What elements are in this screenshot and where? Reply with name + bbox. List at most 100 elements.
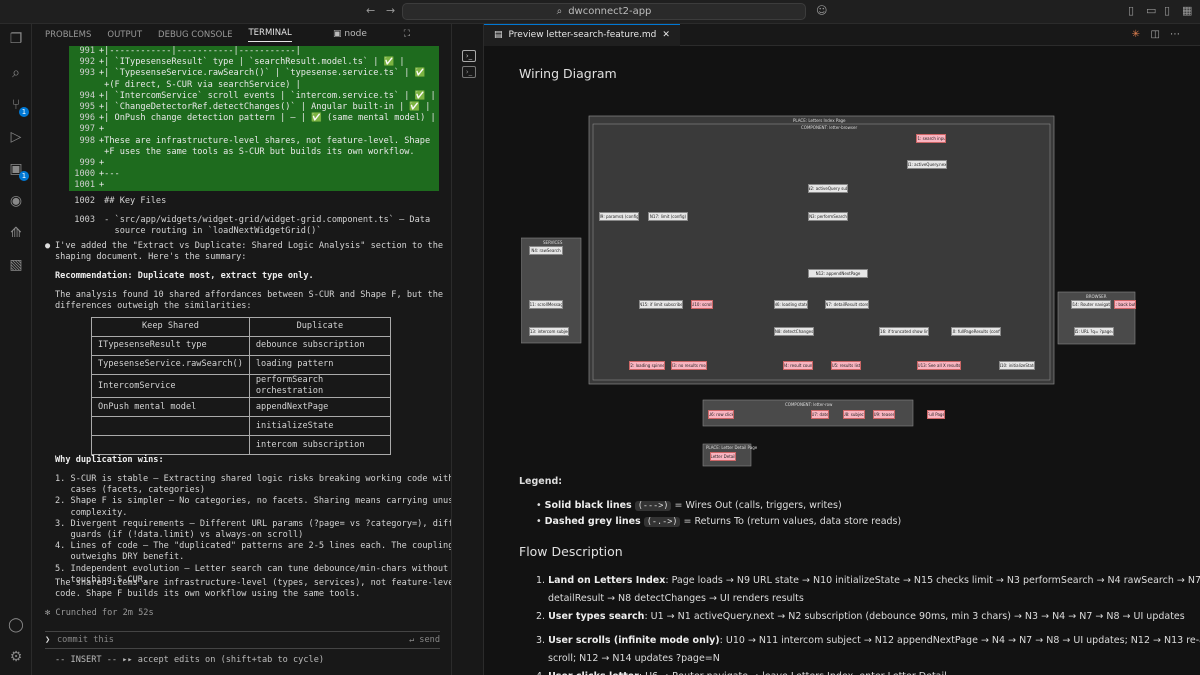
tab-preview[interactable]: ▤ Preview letter-search-feature.md ✕ [484,23,680,46]
table-cell [91,435,250,456]
diagram-label: PLACE: Letter Detail Page [706,445,758,450]
place-letters-index [588,115,1055,385]
line-number: 1002 [74,195,95,206]
table-header: Keep Shared [91,317,250,337]
line-text: +(F direct, S-CUR via searchService) | [99,79,301,90]
terminal-selector[interactable]: ▣ node ⛶ [333,29,410,39]
terminal-instance-icon[interactable]: ›_ [462,66,476,78]
close-icon[interactable]: ✕ [662,30,670,40]
copilot-icon[interactable]: ☺ [816,4,827,17]
msg-line: differences outweigh the similarities: [55,301,252,311]
run-debug-icon[interactable]: ▷ [7,128,25,146]
diagram-label: SERVICES [543,240,563,245]
toggle-sidebar-icon[interactable]: ▯ [1128,4,1134,17]
table-cell: performSearch orchestration [248,373,391,399]
wiring-heading: Wiring Diagram [519,66,617,81]
terminal-output[interactable]: 991 +|------------|-----------|----------… [33,46,479,675]
remote-icon[interactable]: ◉ [7,192,25,210]
line-number: 997 [79,124,95,135]
table-cell: OnPush mental model [91,397,250,418]
diff-line: 997 + [69,124,439,135]
toggle-panel-icon[interactable]: ▭ [1146,4,1156,17]
prompt-text: commit this [57,635,114,645]
msg-line: The analysis found 10 shared affordances… [55,290,444,300]
title-bar: ← → ⌕ dwconnect2-app ☺ ▯ ▭ ▯ ▦ [0,0,1200,24]
flow-step-title: User clicks letter [548,671,639,675]
table-row: intercom subscription [91,435,391,456]
split-editor-icon[interactable]: ◫ [1151,29,1160,40]
diagram-node: N9: params$ (config) [599,212,639,221]
diff-line: 991 +|------------|-----------|----------… [69,46,439,57]
diff-line: 992 +| `ITypesenseResult` type | `searchR… [69,57,439,68]
diagram-node: U2: loading spinner [629,361,665,370]
line-number: 1000 [74,169,95,180]
line-text: ## Key Files [99,195,167,206]
terminal-icon: ▣ [333,29,342,39]
diagram-node: N14: Router navigate [1071,300,1111,309]
account-icon[interactable]: ◯ [7,616,25,634]
legend-term: Solid black lines [544,500,632,511]
back-arrow-icon[interactable]: ← [366,4,375,17]
editor-tabs: ▤ Preview letter-search-feature.md ✕ ✳ ◫… [484,23,1200,46]
more-actions-icon[interactable]: ⋯ [1170,29,1180,40]
terminal-name: node [344,29,367,39]
table-cell: debounce subscription [248,336,391,356]
line-number: 999 [79,157,95,168]
diagram-label: COMPONENT: letter-browser [801,125,858,130]
line-number: 998 [79,135,95,146]
crunched-status: ✻ Crunched for 2m 52s [45,608,154,618]
diagram-node: N7: detailResult store [825,300,869,309]
flow-step-text: : U1 → N1 activeQuery.next → N2 subscrip… [644,611,1185,622]
line-number: 994 [79,90,95,101]
flow-step-text: : U10 → N11 intercom subject → N12 appen… [719,635,1200,646]
send-hint[interactable]: ↵ send [409,635,440,646]
table-cell: loading pattern [248,355,391,375]
diagram-node: N10: fullPageResults (config) [951,327,1001,336]
flow-heading: Flow Description [519,544,623,559]
settings-gear-icon[interactable]: ⚙ [7,648,25,666]
claude-icon[interactable]: ✳ [1132,29,1140,40]
markdown-preview-editor: ▤ Preview letter-search-feature.md ✕ ✳ ◫… [484,23,1200,675]
prompt-input[interactable]: ❯ commit this ↵ send [45,631,440,649]
source-control-icon[interactable]: ⑂ 1 [7,96,29,117]
table-cell: IntercomService [91,373,250,399]
explorer-icon[interactable]: ❐ [7,30,25,48]
forward-arrow-icon[interactable]: → [386,4,395,17]
diagram-node: N13: intercom subject [529,327,569,336]
diagram-node: U4: result count [783,361,813,370]
diagram-node: U3: no results msg [671,361,707,370]
diff-added-block: 991 +|------------|-----------|----------… [69,46,439,192]
toggle-secondary-sidebar-icon[interactable]: ▯ [1164,4,1170,17]
search-icon[interactable]: ⌕ [7,64,25,82]
diagram-node: U6: row click [708,410,734,419]
maximize-icon[interactable]: ⛶ [404,29,410,39]
line-number: 1001 [74,180,95,191]
extension-view-icon[interactable]: ▧ [7,256,25,274]
diagram-node: N2: activeQuery sub [808,184,848,193]
tab-debug-console[interactable]: DEBUG CONSOLE [158,30,232,40]
tab-output[interactable]: OUTPUT [107,30,142,40]
diagram-label: COMPONENT: letter-row [785,402,833,407]
line-text: +|------------|-----------|-----------| [99,46,301,56]
diagram-node: N1: activeQuery.next [907,160,947,169]
tab-problems[interactable]: PROBLEMS [45,30,91,40]
line-number: 995 [79,101,95,112]
diff-line: 999 + [69,158,439,169]
diagram-label: BROWSER [1086,294,1107,299]
flow-item: 3. User scrolls (infinite mode only): U1… [536,632,1200,668]
legend-term: Dashed grey lines [544,516,641,527]
diagram-node: N6: loading state [774,300,808,309]
diff-line: +(F direct, S-CUR via searchService) | [69,80,439,91]
layout-icon[interactable]: ▦ [1182,4,1192,17]
tab-terminal[interactable]: TERMINAL [248,28,292,42]
table-row: IntercomService performSearch orchestrati… [91,373,391,399]
command-center-search[interactable]: ⌕ dwconnect2-app [402,3,806,20]
diff-line: 998 +These are infrastructure-level share… [69,136,439,147]
reason-line: 2. Shape F is simpler — No categories, n… [55,496,464,507]
line-text: +F uses the same tools as S-CUR but buil… [99,146,415,157]
diff-line: 1000 +--- [69,169,439,180]
terminal-instance-icon[interactable]: ›_ [462,50,476,62]
deploy-icon[interactable]: ⟰ [7,224,25,242]
table-row: initializeState [91,416,391,437]
extensions-icon[interactable]: ▣ 1 [7,160,29,181]
